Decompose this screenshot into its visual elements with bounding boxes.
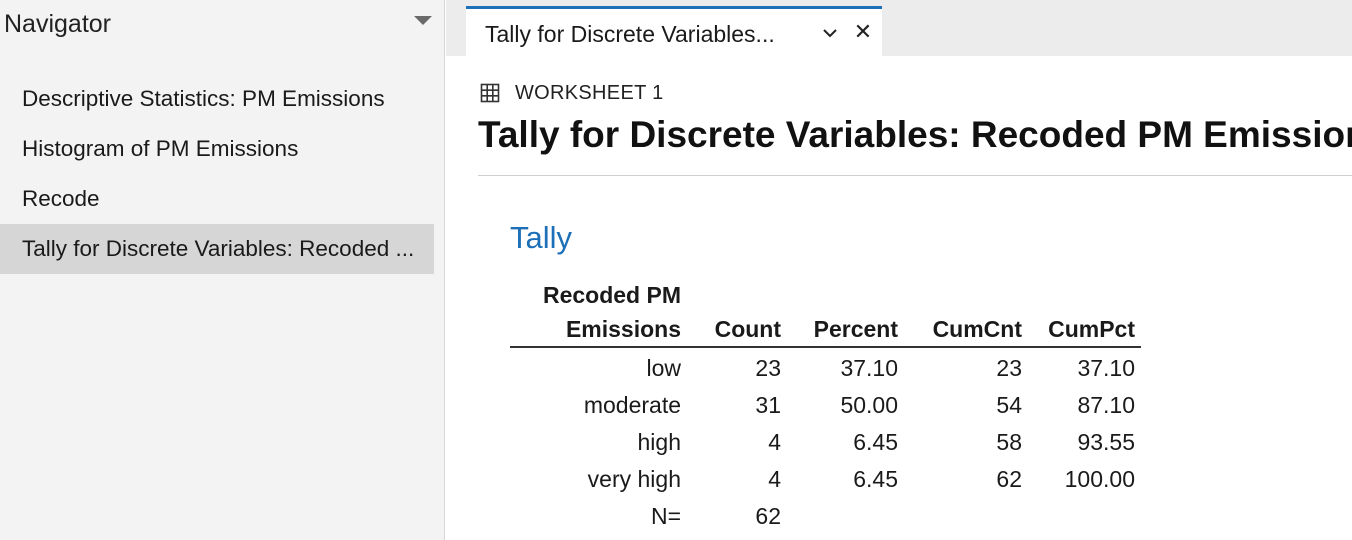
cell-cumpct: 100.00 [1064, 466, 1135, 492]
section-title: Tally [510, 220, 573, 255]
close-icon[interactable]: ✕ [852, 20, 874, 44]
cell-cumcnt: 54 [996, 392, 1022, 418]
cell-cumcnt: 23 [996, 355, 1022, 381]
cell-cumpct: 37.10 [1077, 355, 1135, 381]
cell-percent: 6.45 [853, 466, 898, 492]
table-row: moderate 31 50.00 54 87.10 [510, 387, 1141, 424]
row-label: low [646, 355, 681, 381]
table-row: low 23 37.10 23 37.10 [510, 347, 1141, 387]
cell-cumpct: 87.10 [1077, 392, 1135, 418]
output-content: WORKSHEET 1 Tally for Discrete Variables… [446, 56, 1352, 540]
table-header-row: Recoded PM Emissions Count Percent CumCn… [510, 278, 1141, 348]
worksheet-row: WORKSHEET 1 [480, 80, 664, 106]
worksheet-grid-icon [480, 83, 500, 103]
tab-label: Tally for Discrete Variables... [485, 21, 775, 47]
table-row: very high 4 6.45 62 100.00 [510, 461, 1141, 498]
cell-count: 4 [768, 429, 781, 455]
tab-tally[interactable]: Tally for Discrete Variables... ✕ [466, 6, 882, 56]
page-title: Tally for Discrete Variables: Recoded PM… [478, 114, 1352, 155]
title-divider [478, 175, 1352, 176]
navigator-item-histogram[interactable]: Histogram of PM Emissions [0, 124, 434, 174]
chevron-down-icon[interactable] [412, 14, 434, 30]
empty-cell [781, 498, 898, 535]
empty-cell [898, 498, 1022, 535]
chevron-down-icon[interactable] [820, 23, 840, 43]
header-variable-line2: Emissions [565, 316, 681, 342]
cell-cumcnt: 62 [996, 466, 1022, 492]
cell-cumpct: 93.55 [1077, 429, 1135, 455]
cell-cumcnt: 58 [996, 429, 1022, 455]
navigator-list: Descriptive Statistics: PM Emissions His… [0, 74, 434, 274]
navigator-item-recode[interactable]: Recode [0, 174, 434, 224]
empty-cell [1022, 498, 1141, 535]
row-label: very high [587, 466, 681, 492]
navigator-item-descriptive-statistics[interactable]: Descriptive Statistics: PM Emissions [0, 74, 434, 124]
cell-count: 23 [755, 355, 781, 381]
header-count: Count [681, 278, 781, 348]
header-variable-line1: Recoded PM [542, 282, 681, 308]
table-total-row: N= 62 [510, 498, 1141, 535]
navigator-pane: Navigator Descriptive Statistics: PM Emi… [0, 0, 445, 540]
navigator-title: Navigator [4, 10, 111, 38]
tab-strip: Tally for Discrete Variables... ✕ [446, 0, 1352, 56]
cell-count: 31 [755, 392, 781, 418]
navigator-item-tally[interactable]: Tally for Discrete Variables: Recoded ..… [0, 224, 434, 274]
cell-percent: 37.10 [840, 355, 898, 381]
cell-percent: 50.00 [840, 392, 898, 418]
total-label: N= [650, 503, 681, 529]
cell-count: 4 [768, 466, 781, 492]
total-count: 62 [755, 503, 781, 529]
header-variable: Recoded PM Emissions [510, 278, 681, 348]
tally-table: Recoded PM Emissions Count Percent CumCn… [510, 278, 1141, 535]
worksheet-label: WORKSHEET 1 [515, 81, 664, 104]
row-label: moderate [583, 392, 681, 418]
table-row: high 4 6.45 58 93.55 [510, 424, 1141, 461]
row-label: high [637, 429, 681, 455]
header-percent: Percent [781, 278, 898, 348]
header-cumcnt: CumCnt [898, 278, 1022, 348]
header-cumpct: CumPct [1022, 278, 1141, 348]
cell-percent: 6.45 [853, 429, 898, 455]
